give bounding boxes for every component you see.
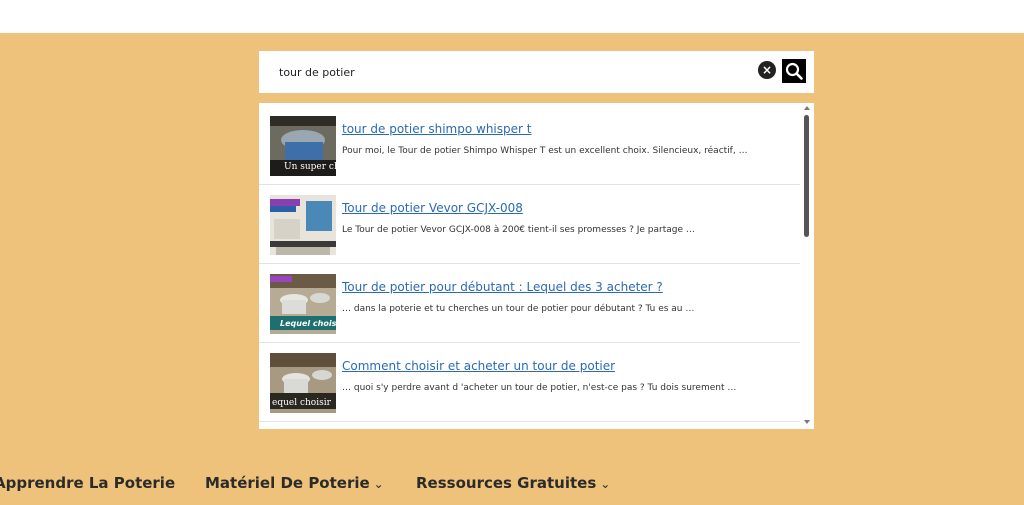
search-result-item[interactable]: equel choisir Comment choisir et acheter… <box>259 343 800 422</box>
result-description: Le Tour de potier Vevor GCJX-008 à 200€ … <box>342 225 695 235</box>
thumb-caption: Un super ch <box>284 162 336 172</box>
search-result-item[interactable]: Tour de potier Vevor GCJX-008 Le Tour de… <box>259 185 800 264</box>
result-title-link[interactable]: Comment choisir et acheter un tour de po… <box>342 359 792 373</box>
result-thumbnail <box>270 195 336 255</box>
result-description: … dans la poterie et tu cherches un tour… <box>342 304 695 314</box>
result-description: Pour moi, le Tour de potier Shimpo Whisp… <box>342 146 748 156</box>
search-button[interactable] <box>782 59 806 83</box>
nav-item-label: Apprendre La Poterie <box>0 474 176 492</box>
close-circle-icon[interactable]: × <box>758 61 776 79</box>
thumb-caption: Lequel chois <box>280 319 336 328</box>
search-input[interactable] <box>269 51 749 93</box>
scroll-down-arrow-icon[interactable] <box>804 420 810 424</box>
result-thumbnail: equel choisir <box>270 353 336 413</box>
nav-item-materiel[interactable]: Matériel De Poterie ⌄ <box>205 474 384 492</box>
result-title-link[interactable]: tour de potier shimpo whisper t <box>342 122 792 136</box>
nav-item-label: Matériel De Poterie <box>205 474 370 492</box>
results-scrollbar[interactable] <box>800 103 814 429</box>
nav-item-ressources[interactable]: Ressources Gratuites ⌄ <box>416 474 610 492</box>
result-title-link[interactable]: Tour de potier Vevor GCJX-008 <box>342 201 792 215</box>
nav-item-apprendre[interactable]: Apprendre La Poterie <box>0 474 175 492</box>
result-thumbnail: Un super ch <box>270 116 336 176</box>
nav-item-label: Ressources Gratuites <box>416 474 597 492</box>
search-result-item[interactable]: Lequel chois Tour de potier pour débutan… <box>259 264 800 343</box>
thumb-caption: equel choisir <box>272 398 332 408</box>
search-results-dropdown: Un super ch tour de potier shimpo whispe… <box>259 103 814 429</box>
result-thumbnail: Lequel chois <box>270 274 336 334</box>
chevron-down-icon: ⌄ <box>600 477 611 491</box>
search-box <box>259 51 814 93</box>
scroll-up-arrow-icon[interactable] <box>804 106 810 110</box>
magnifier-icon <box>785 62 803 80</box>
result-title-link[interactable]: Tour de potier pour débutant : Lequel de… <box>342 280 792 294</box>
scroll-thumb[interactable] <box>804 115 809 237</box>
search-result-item[interactable]: Un super ch tour de potier shimpo whispe… <box>259 106 800 185</box>
main-nav: Apprendre La Poterie Matériel De Poterie… <box>0 470 1024 500</box>
chevron-down-icon: ⌄ <box>373 477 384 491</box>
result-description: … quoi s'y perdre avant d 'acheter un to… <box>342 383 737 393</box>
